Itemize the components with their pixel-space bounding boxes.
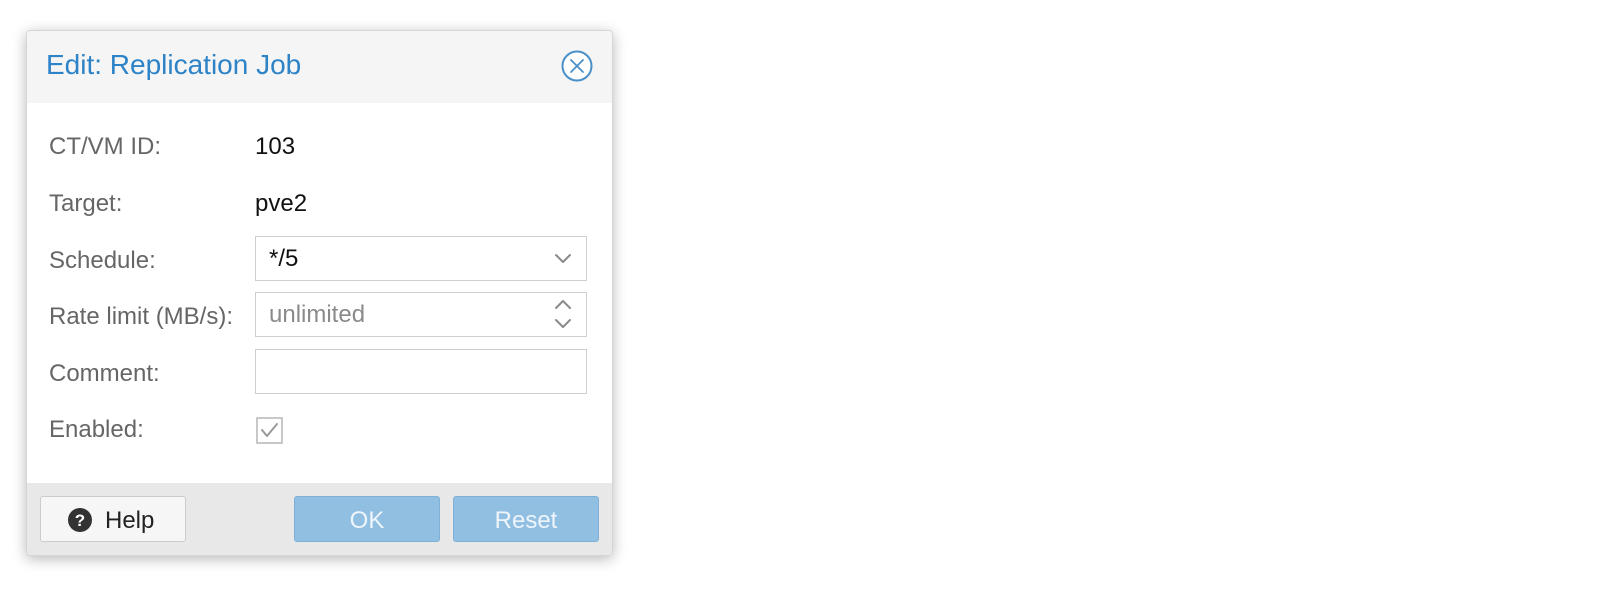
replication-job-dialog: Edit: Replication Job CT/VM ID: 103 Targ… [26,30,613,556]
spinner-arrows-icon[interactable] [548,293,578,335]
dialog-toolbar: ? Help OK Reset [27,483,612,555]
help-button-label: Help [105,507,155,534]
schedule-combobox[interactable]: */5 [255,236,587,281]
enabled-checkbox[interactable] [256,417,283,444]
chevron-down-icon[interactable] [548,237,578,279]
ok-button-label: OK [349,507,385,534]
schedule-value[interactable]: */5 [269,245,298,273]
svg-text:?: ? [75,511,85,530]
reset-button-label: Reset [494,507,558,534]
rate-limit-placeholder[interactable]: unlimited [269,301,365,329]
ok-button[interactable]: OK [294,496,440,542]
comment-label: Comment: [49,360,160,387]
help-button[interactable]: ? Help [40,496,186,542]
schedule-label: Schedule: [49,247,156,274]
rate-limit-spinner[interactable]: unlimited [255,292,587,337]
enabled-label: Enabled: [49,416,144,443]
target-value: pve2 [255,190,308,217]
target-label: Target: [49,190,123,217]
close-icon[interactable] [560,49,594,83]
ctvm-id-label: CT/VM ID: [49,133,161,160]
help-circle-icon: ? [68,508,92,532]
dialog-header: Edit: Replication Job [27,31,612,103]
reset-button[interactable]: Reset [453,496,599,542]
rate-limit-label: Rate limit (MB/s): [49,303,234,330]
ctvm-id-value: 103 [255,133,296,160]
comment-field[interactable] [255,349,587,394]
comment-input[interactable] [256,350,586,393]
dialog-title: Edit: Replication Job [46,49,302,80]
